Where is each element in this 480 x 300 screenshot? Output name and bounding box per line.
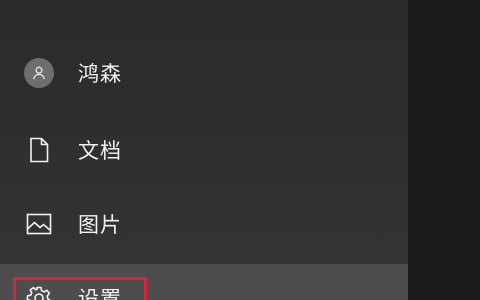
start-menu-item-documents[interactable]: 文档 bbox=[0, 128, 408, 172]
start-menu-item-settings[interactable]: 设置 bbox=[0, 264, 408, 300]
avatar bbox=[24, 58, 54, 88]
start-menu-item-label: 鸿森 bbox=[78, 62, 122, 86]
start-menu-item-user[interactable]: 鸿森 bbox=[0, 51, 408, 95]
start-menu-item-label: 文档 bbox=[78, 139, 122, 163]
start-menu-item-pictures[interactable]: 图片 bbox=[0, 202, 408, 246]
user-avatar-icon bbox=[24, 58, 54, 88]
start-menu-item-label: 设置 bbox=[78, 287, 122, 300]
screen: 鸿森 文档 图片 设置 bbox=[0, 0, 480, 300]
desktop-background bbox=[408, 0, 480, 300]
picture-icon bbox=[24, 209, 54, 239]
document-icon bbox=[24, 135, 54, 165]
start-menu-item-label: 图片 bbox=[78, 213, 122, 237]
gear-icon bbox=[24, 283, 54, 300]
start-menu-panel: 鸿森 文档 图片 设置 bbox=[0, 0, 408, 300]
